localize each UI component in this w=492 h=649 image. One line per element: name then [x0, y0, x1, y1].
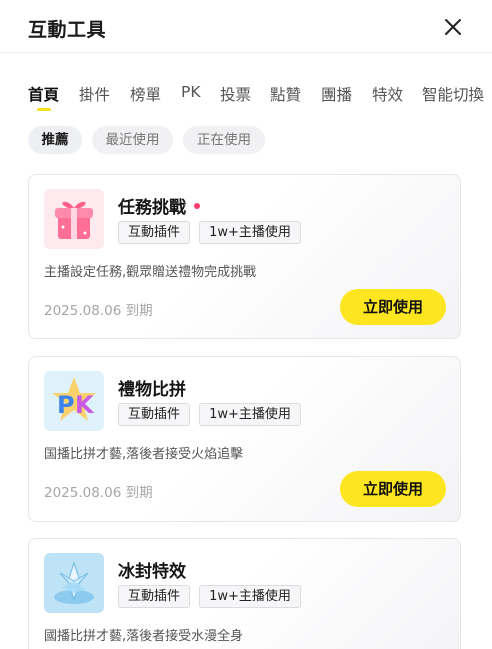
tab-pk[interactable]: PK [181, 83, 201, 101]
tab-group-stream[interactable]: 團播 [321, 83, 352, 105]
panel-header: 互動工具 [0, 0, 492, 53]
tool-card: 冰封特效 互動插件 1w+主播使用 國播比拼才藝,落後者接受水漫全身 [28, 538, 461, 649]
category-tabs: 首頁 掛件 榜單 PK 投票 點贊 團播 特效 智能切換 [28, 83, 492, 115]
close-button[interactable] [443, 17, 463, 37]
ice-crystal-icon [44, 553, 104, 613]
interactive-tools-panel: 互動工具 首頁 掛件 榜單 PK 投票 點贊 團播 特效 智能切換 推薦 最近使… [0, 0, 492, 649]
tab-rankings[interactable]: 榜單 [130, 83, 161, 105]
tag-usage: 1w+主播使用 [199, 221, 301, 244]
svg-text:K: K [75, 391, 95, 419]
filter-recently-used[interactable]: 最近使用 [92, 126, 173, 154]
tab-effects[interactable]: 特效 [372, 83, 403, 105]
close-icon [445, 19, 461, 35]
card-description: 國播比拼才藝,落後者接受水漫全身 [44, 629, 244, 644]
use-now-button[interactable]: 立即使用 [340, 471, 446, 507]
pk-icon: P K [44, 371, 104, 431]
tag-type: 互動插件 [118, 585, 190, 608]
gift-box-icon [44, 189, 104, 249]
tab-home[interactable]: 首頁 [28, 83, 59, 105]
card-title: 任務挑戰 [118, 193, 200, 218]
active-tab-indicator [37, 108, 51, 111]
panel-title: 互動工具 [28, 19, 107, 41]
filter-in-use[interactable]: 正在使用 [183, 126, 265, 154]
card-title: 冰封特效 [118, 562, 186, 582]
card-title: 禮物比拼 [118, 380, 186, 400]
tab-widgets[interactable]: 掛件 [79, 83, 110, 105]
tab-likes[interactable]: 點贊 [270, 83, 301, 105]
tool-card: P K 禮物比拼 互動插件 1w+主播使用 国播比拼才藝,落後者接受火焰追擊 2… [28, 356, 461, 522]
tag-type: 互動插件 [118, 403, 190, 426]
new-badge-dot [194, 203, 200, 209]
card-description: 国播比拼才藝,落後者接受火焰追擊 [44, 447, 244, 462]
tag-usage: 1w+主播使用 [199, 403, 301, 426]
tag-usage: 1w+主播使用 [199, 585, 301, 608]
card-expiry: 2025.08.06 到期 [44, 303, 153, 319]
card-expiry: 2025.08.06 到期 [44, 485, 153, 501]
use-now-button[interactable]: 立即使用 [340, 289, 446, 325]
tag-type: 互動插件 [118, 221, 190, 244]
card-description: 主播設定任務,觀眾贈送禮物完成挑戰 [44, 265, 257, 280]
tool-card: 任務挑戰 互動插件 1w+主播使用 主播設定任務,觀眾贈送禮物完成挑戰 2025… [28, 174, 461, 339]
tab-smart-switch[interactable]: 智能切換 [422, 83, 484, 105]
tab-voting[interactable]: 投票 [220, 83, 251, 105]
filter-recommended[interactable]: 推薦 [28, 126, 82, 154]
svg-text:P: P [57, 391, 75, 419]
